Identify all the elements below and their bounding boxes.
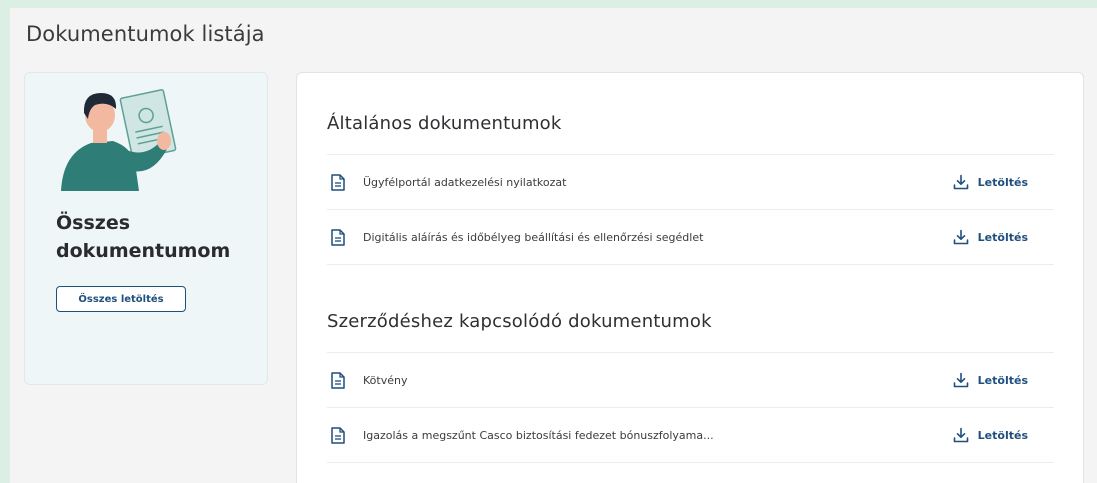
download-icon (953, 229, 968, 245)
section-general-documents: Általános dokumentumok Ügyfélportál adat… (327, 103, 1054, 265)
all-documents-card: Összes dokumentumom Összes letöltés (24, 72, 268, 385)
download-link[interactable]: Letöltés (953, 174, 1028, 190)
page-title: Dokumentumok listája (26, 22, 265, 46)
document-icon (331, 228, 345, 246)
download-link[interactable]: Letöltés (953, 372, 1028, 388)
download-all-button[interactable]: Összes letöltés (56, 286, 186, 312)
document-icon (331, 371, 345, 389)
document-name[interactable]: Kötvény (363, 374, 953, 387)
document-name[interactable]: Ügyfélportál adatkezelési nyilatkozat (363, 176, 953, 189)
all-documents-title-line1: Összes (56, 212, 131, 234)
download-label[interactable]: Letöltés (978, 429, 1028, 442)
download-icon (953, 427, 968, 443)
page-container: Dokumentumok listája Összes dokumentumom… (10, 8, 1097, 483)
document-name[interactable]: Igazolás a megszűnt Casco biztosítási fe… (363, 429, 953, 442)
document-icon (331, 173, 345, 191)
section-contract-documents: Szerződéshez kapcsolódó dokumentumok Köt… (327, 301, 1054, 463)
section-title: Szerződéshez kapcsolódó dokumentumok (327, 301, 1054, 353)
download-label[interactable]: Letöltés (978, 176, 1028, 189)
download-label[interactable]: Letöltés (978, 231, 1028, 244)
download-icon (953, 372, 968, 388)
document-row: Ügyfélportál adatkezelési nyilatkozat Le… (327, 155, 1054, 210)
person-holding-document-illustration (61, 89, 177, 191)
documents-list-card: Általános dokumentumok Ügyfélportál adat… (296, 72, 1084, 483)
download-label[interactable]: Letöltés (978, 374, 1028, 387)
document-row: Digitális aláírás és időbélyeg beállítás… (327, 210, 1054, 265)
download-icon (953, 174, 968, 190)
document-row: Igazolás a megszűnt Casco biztosítási fe… (327, 408, 1054, 463)
download-link[interactable]: Letöltés (953, 229, 1028, 245)
download-link[interactable]: Letöltés (953, 427, 1028, 443)
all-documents-title-line2: dokumentumom (56, 240, 231, 262)
document-row: Kötvény Letöltés (327, 353, 1054, 408)
section-title: Általános dokumentumok (327, 103, 1054, 155)
all-documents-title: Összes dokumentumom (56, 209, 256, 265)
document-name[interactable]: Digitális aláírás és időbélyeg beállítás… (363, 231, 953, 244)
document-icon (331, 426, 345, 444)
